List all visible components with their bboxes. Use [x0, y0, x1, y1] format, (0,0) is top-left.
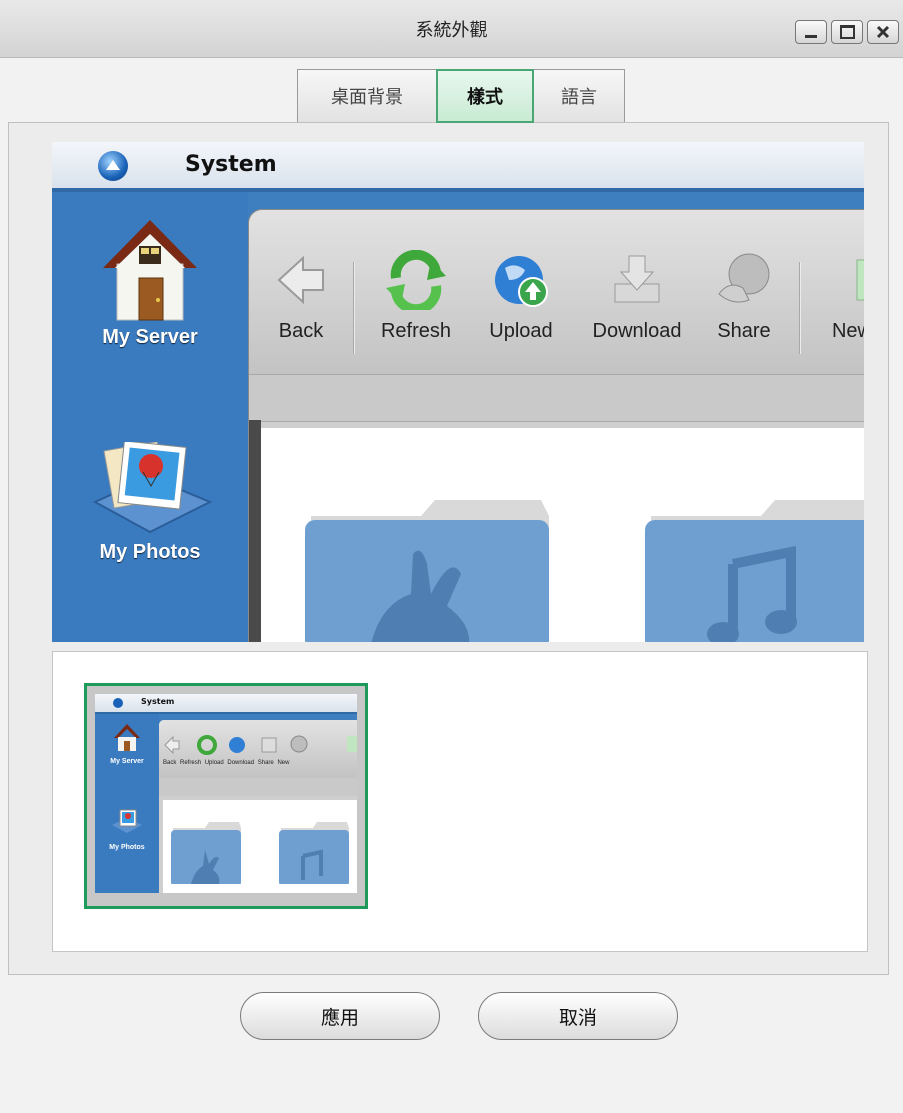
toolbar-label: Refresh: [380, 320, 452, 342]
thumb-photos-icon: [112, 809, 142, 833]
preview-content-area: [261, 428, 864, 642]
thumb-sidebar: My Server My Photos: [95, 714, 159, 893]
style-preview: System My Server My Photos Back Refresh …: [52, 142, 864, 642]
apply-button-label: 應用: [320, 1006, 359, 1029]
minimize-icon: [805, 34, 817, 38]
toolbar-separator: [353, 262, 355, 354]
photos-icon: [92, 440, 213, 534]
thumbnail-preview: System My Server My Photos Back Refresh …: [95, 694, 357, 893]
preview-app-header: System: [52, 142, 864, 192]
toolbar-upload: Upload: [481, 250, 561, 343]
toolbar-label: Download: [592, 320, 682, 342]
download-icon: [614, 255, 660, 303]
toolbar-separator: [799, 262, 801, 354]
toolbar-label: Back: [278, 320, 324, 342]
maximize-button[interactable]: [831, 20, 863, 44]
window-controls: [795, 20, 899, 44]
close-icon: [876, 25, 890, 39]
window-title-bar: 系統外觀: [0, 0, 903, 58]
upload-globe-icon: [495, 256, 548, 307]
thumb-toolbar-label: Download: [227, 760, 255, 766]
thumb-toolbar-label: Refresh: [180, 760, 202, 766]
thumb-house-icon: [114, 724, 140, 751]
tab-bar: 桌面背景 樣式 語言: [297, 69, 625, 123]
thumb-browser: Back Refresh Upload Download Share New: [159, 720, 357, 893]
tab-label: 桌面背景: [331, 87, 403, 108]
toolbar-back: Back: [271, 250, 331, 343]
thumb-sidebar-label: My Server: [110, 758, 144, 765]
preview-app-title: System: [185, 152, 277, 177]
minimize-button[interactable]: [795, 20, 827, 44]
toolbar-refresh: Refresh: [371, 249, 461, 343]
thumb-content: [163, 800, 357, 893]
thumb-toolbar-label: Share: [257, 760, 274, 766]
refresh-icon: [386, 249, 446, 315]
thumb-toolbar-icons: [164, 735, 357, 755]
thumb-sidebar-label: My Photos: [109, 844, 145, 851]
sidebar-label: My Photos: [99, 541, 201, 563]
preview-file-browser: Back Refresh Upload Download Share Ne: [248, 209, 864, 642]
house-icon: [103, 220, 197, 321]
window-title: 系統外觀: [415, 20, 488, 41]
tab-label: 語言: [561, 87, 597, 108]
preview-address-strip: [249, 374, 864, 422]
rabbit-folder-icon: [305, 500, 549, 642]
thumb-toolbar-label: Upload: [204, 760, 224, 766]
tab-desktop-background[interactable]: 桌面背景: [297, 69, 437, 123]
thumb-logo-icon: [113, 698, 123, 708]
back-arrow-icon: [277, 255, 324, 305]
sidebar-item-my-photos: My Photos: [52, 440, 248, 564]
toolbar-label: Upload: [489, 320, 553, 342]
sidebar-item-my-server: My Server: [52, 212, 248, 349]
toolbar-download: Download: [582, 250, 692, 343]
style-thumbnail-selected[interactable]: System My Server My Photos Back Refresh …: [84, 683, 368, 909]
thumb-toolbar-label: New: [277, 760, 290, 766]
toolbar-label: New: [831, 320, 864, 342]
toolbar-new: New: [817, 250, 864, 343]
tab-language[interactable]: 語言: [533, 69, 625, 123]
sidebar-label: My Server: [102, 326, 198, 348]
tab-style[interactable]: 樣式: [436, 69, 534, 123]
thumb-strip: [159, 778, 357, 796]
cancel-button-label: 取消: [558, 1006, 597, 1029]
preview-sidebar: My Server My Photos: [52, 192, 248, 642]
cancel-button[interactable]: 取消: [478, 992, 678, 1040]
close-button[interactable]: [867, 20, 899, 44]
toolbar-label: Share: [717, 320, 771, 342]
thumb-toolbar-labels: Back Refresh Upload Download Share New: [163, 760, 289, 766]
maximize-icon: [839, 25, 855, 39]
thumb-folders-icon: [171, 822, 349, 884]
new-icon: [856, 259, 864, 301]
system-logo-icon: [98, 151, 128, 181]
preview-left-edge: [249, 420, 261, 642]
share-icon: [718, 253, 770, 303]
thumb-toolbar-label: Back: [163, 760, 177, 766]
music-folder-icon: [645, 500, 864, 642]
thumb-header: System: [95, 694, 357, 714]
thumb-app-title: System: [141, 697, 175, 706]
preview-toolbar: Back Refresh Upload Download Share Ne: [249, 210, 864, 375]
toolbar-share: Share: [709, 250, 779, 343]
apply-button[interactable]: 應用: [240, 992, 440, 1040]
tab-label: 樣式: [467, 87, 503, 108]
thumb-toolbar: Back Refresh Upload Download Share New: [159, 720, 357, 778]
